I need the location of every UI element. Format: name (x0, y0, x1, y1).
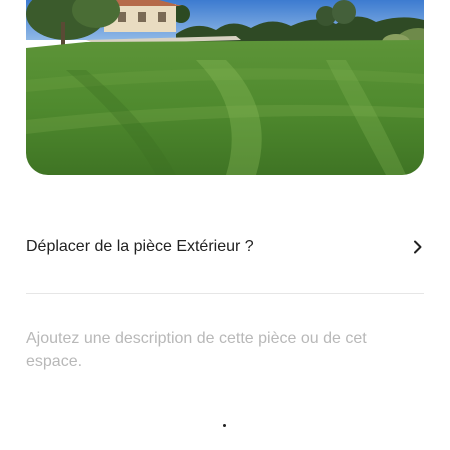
move-room-suffix: ? (240, 238, 254, 255)
move-room-row[interactable]: Déplacer de la pièce Extérieur ? (26, 226, 424, 268)
chevron-right-icon[interactable] (410, 240, 424, 254)
room-detail-screen: Déplacer de la pièce Extérieur ? (0, 0, 450, 450)
move-room-prefix: Déplacer de la pièce (26, 238, 177, 255)
lawn-photo-image (26, 0, 424, 175)
move-room-name: Extérieur (176, 238, 241, 255)
section-divider (26, 293, 424, 294)
lawn-photo[interactable] (26, 0, 424, 175)
room-description-field[interactable] (26, 327, 424, 377)
move-room-label: Déplacer de la pièce Extérieur ? (26, 237, 254, 257)
page-indicator-dot (223, 424, 226, 427)
